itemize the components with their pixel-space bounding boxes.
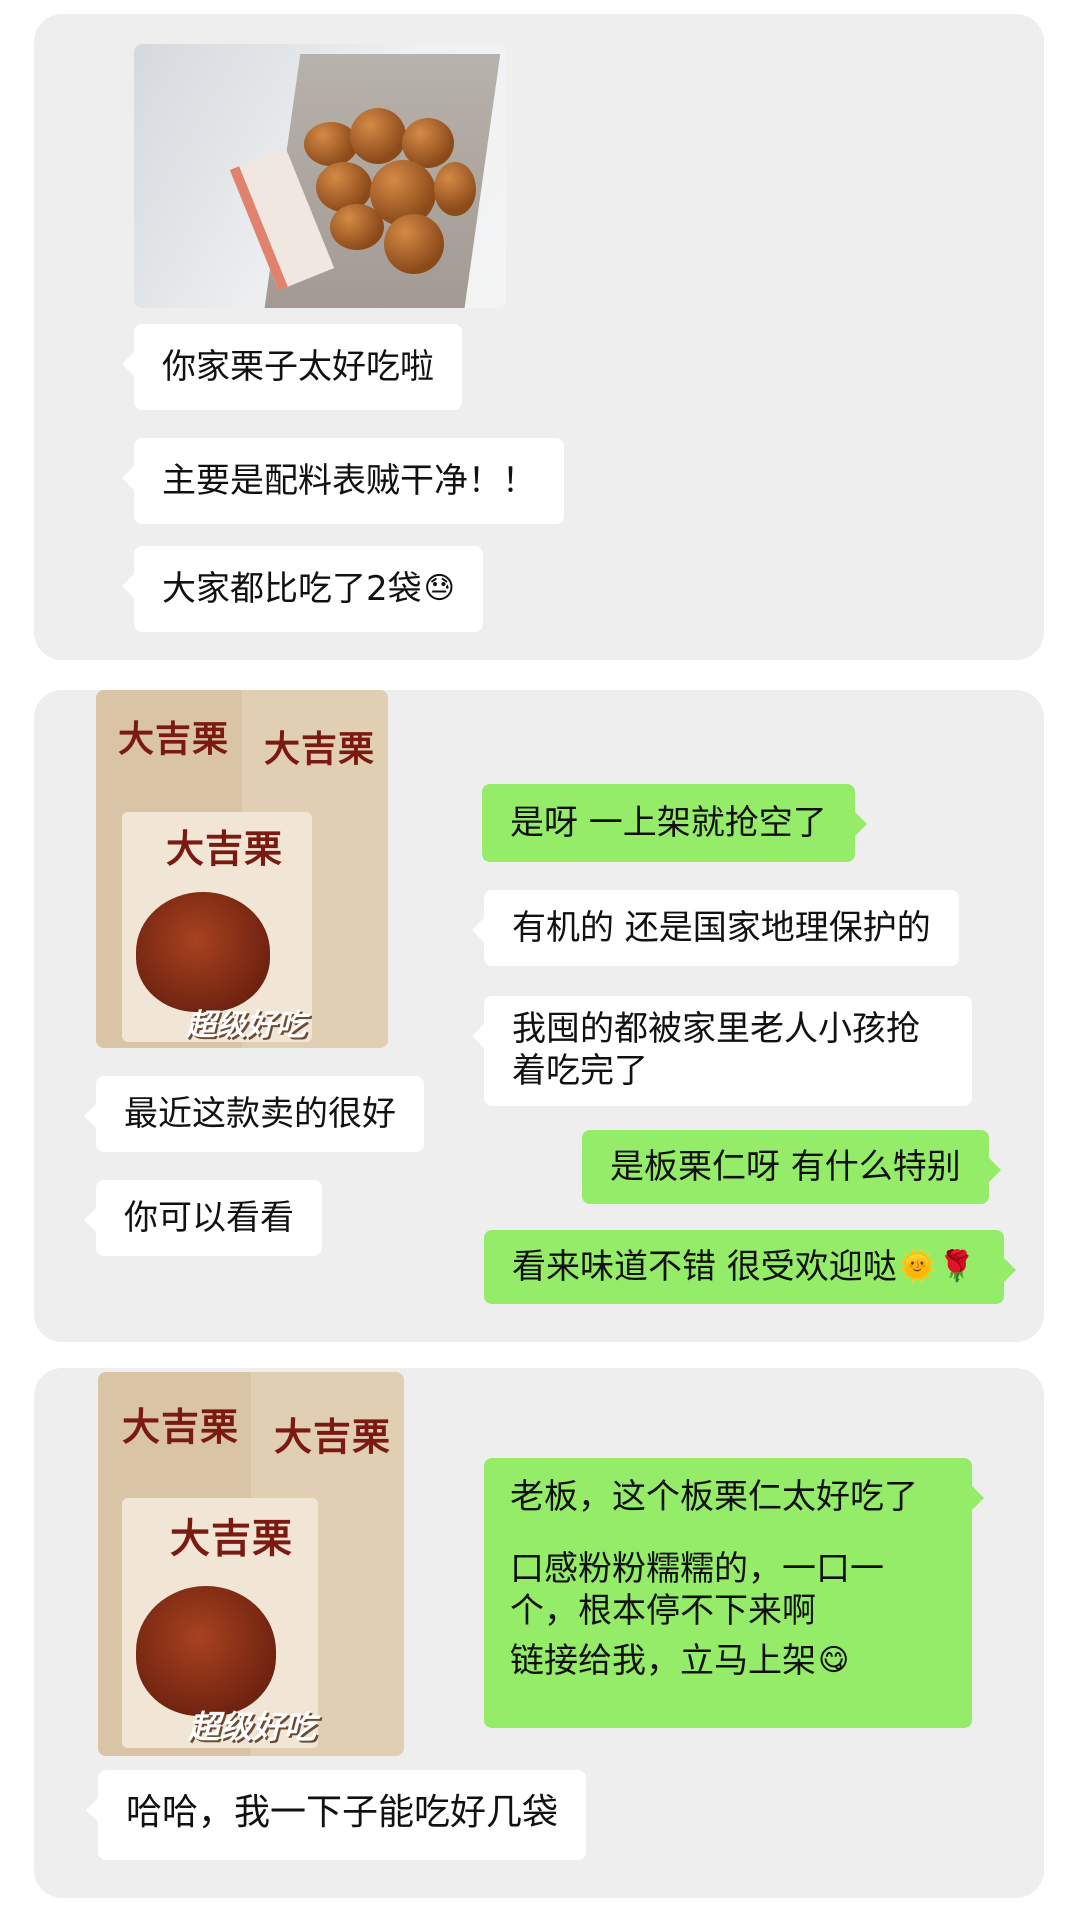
brand-text-back-left: 大吉栗	[122, 1405, 240, 1449]
message-bubble-incoming[interactable]: 你家栗子太好吃啦	[122, 324, 462, 410]
brand-text-front: 大吉栗	[166, 827, 284, 871]
message-text: 主要是配料表贼干净！！	[162, 461, 536, 501]
chestnut-bag-photo[interactable]	[134, 44, 506, 308]
message-text: 是板栗仁呀 有什么特别	[610, 1147, 961, 1187]
chestnut	[350, 108, 406, 164]
brand-text-front: 大吉栗	[170, 1516, 293, 1562]
chestnut-kernel	[136, 892, 270, 1012]
chat-screenshot-2: 大吉栗 大吉栗 大吉栗 超级好吃 是呀 一上架就抢空了 有机的 还是国家地理保护…	[34, 690, 1044, 1342]
chat-screenshot-1: 你家栗子太好吃啦 主要是配料表贼干净！！ 大家都比吃了2袋😓	[34, 14, 1044, 660]
message-line: 老板，这个板栗仁太好吃了	[510, 1477, 918, 1517]
product-image-dajili[interactable]: 大吉栗 大吉栗 大吉栗 超级好吃	[98, 1372, 404, 1756]
slogan-text: 超级好吃	[186, 1008, 306, 1043]
message-bubble-outgoing[interactable]: 老板，这个板栗仁太好吃了 口感粉粉糯糯的，一口一个，根本停不下来啊 链接给我，立…	[484, 1458, 984, 1728]
message-bubble-incoming[interactable]: 哈哈，我一下子能吃好几袋	[85, 1770, 587, 1860]
message-bubble-incoming[interactable]: 主要是配料表贼干净！！	[122, 438, 564, 524]
product-image-dajili[interactable]: 大吉栗 大吉栗 大吉栗 超级好吃	[96, 690, 388, 1048]
message-text: 是呀 一上架就抢空了	[510, 803, 827, 843]
message-bubble-incoming[interactable]: 大家都比吃了2袋😓	[122, 546, 483, 632]
message-text: 最近这款卖的很好	[124, 1094, 396, 1134]
sweat-emoji-icon: 😓	[423, 571, 455, 606]
message-text: 你可以看看	[124, 1198, 294, 1238]
message-text: 哈哈，我一下子能吃好几袋	[126, 1792, 559, 1833]
brand-text-back-right: 大吉栗	[274, 1415, 392, 1459]
message-bubble-outgoing[interactable]: 看来味道不错 很受欢迎哒🌞🌹	[484, 1230, 1016, 1304]
message-bubble-incoming[interactable]: 最近这款卖的很好	[84, 1076, 424, 1152]
message-text: 看来味道不错 很受欢迎哒	[512, 1247, 897, 1287]
rose-emoji-icon: 🌹	[938, 1249, 976, 1284]
sun-emoji-icon: 🌞	[898, 1249, 937, 1284]
chestnut	[384, 214, 444, 274]
message-text: 大家都比吃了2袋	[162, 569, 422, 609]
slogan-text: 超级好吃	[188, 1708, 317, 1746]
yum-emoji-icon: 😋	[818, 1643, 850, 1678]
message-bubble-incoming[interactable]: 有机的 还是国家地理保护的	[472, 890, 959, 966]
message-line: 链接给我，立马上架	[510, 1641, 816, 1681]
message-text: 我囤的都被家里老人小孩抢着吃完了	[512, 1009, 920, 1091]
message-line: 口感粉粉糯糯的，一口一个，根本停不下来啊	[510, 1549, 884, 1631]
chestnut	[434, 162, 476, 216]
message-text: 你家栗子太好吃啦	[162, 347, 434, 387]
message-bubble-incoming[interactable]: 你可以看看	[84, 1180, 322, 1256]
brand-text-back-left: 大吉栗	[118, 719, 230, 760]
message-bubble-incoming[interactable]: 我囤的都被家里老人小孩抢着吃完了	[472, 996, 972, 1106]
message-text: 有机的 还是国家地理保护的	[512, 908, 931, 948]
chat-screenshot-3: 大吉栗 大吉栗 大吉栗 超级好吃 老板，这个板栗仁太好吃了 口感粉粉糯糯的，一口…	[34, 1368, 1044, 1898]
message-bubble-outgoing[interactable]: 是呀 一上架就抢空了	[482, 784, 867, 862]
message-bubble-outgoing[interactable]: 是板栗仁呀 有什么特别	[582, 1130, 1001, 1204]
brand-text-back-right: 大吉栗	[264, 729, 376, 770]
chestnut-kernel	[136, 1586, 276, 1716]
chestnut	[330, 204, 384, 250]
